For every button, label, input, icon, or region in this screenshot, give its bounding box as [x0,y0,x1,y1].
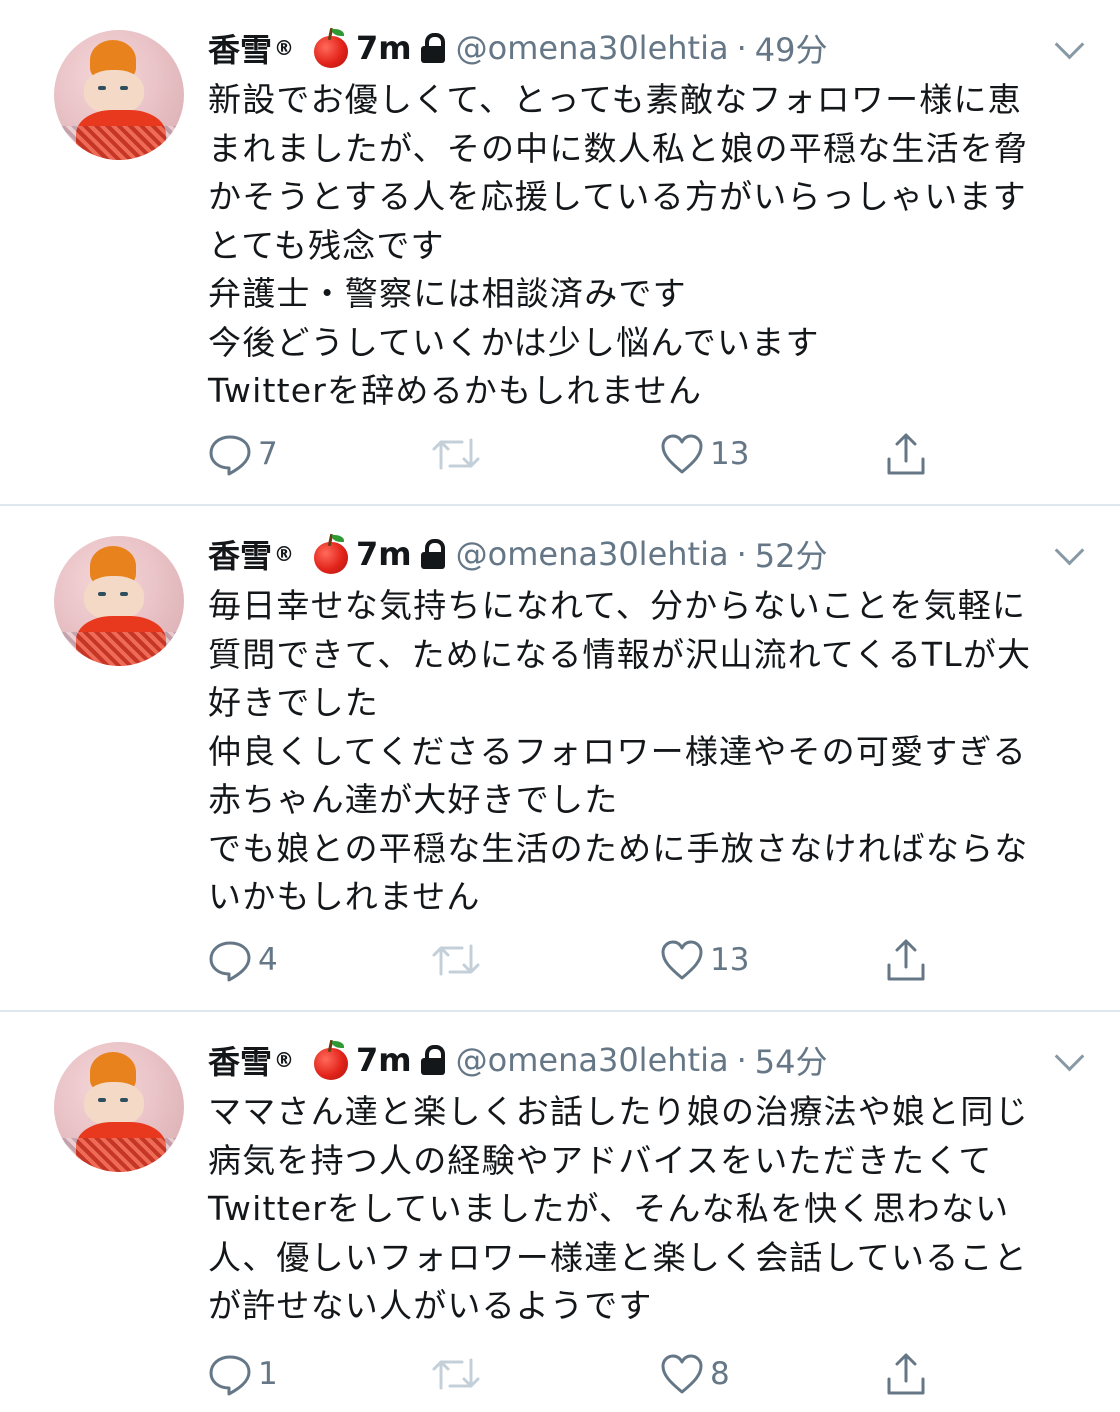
display-name[interactable]: 香雪 [208,531,272,577]
display-name[interactable]: 香雪 [208,25,272,71]
timestamp[interactable]: 49分 [755,25,828,71]
registered-mark: ® [274,1048,295,1072]
name-suffix: 7m [356,535,412,573]
tweet[interactable]: 香雪 ® 7m @omena30lehtia · 52分 毎日幸せな気持ちになれて… [0,506,1120,1012]
tweet-header: 香雪 ® 7m @omena30lehtia · 54分 [208,1032,1088,1088]
reply-count: 4 [258,942,278,978]
registered-mark: ® [274,36,295,60]
share-icon [887,1353,925,1395]
reply-count: 7 [258,436,278,472]
share-icon [887,433,925,475]
tweet[interactable]: 香雪 ® 7m @omena30lehtia · 54分 ママさん達と楽しくお話し… [0,1012,1120,1401]
reply-icon [209,1355,251,1396]
handle[interactable]: @omena30lehtia [456,1041,729,1079]
like-count: 13 [710,942,750,978]
heart-icon [661,940,703,980]
registered-mark: ® [274,542,295,566]
share-icon [887,939,925,981]
heart-icon [661,1354,703,1394]
share-button[interactable] [884,1352,928,1396]
retweet-icon [432,438,480,470]
reply-count: 1 [258,1356,278,1392]
tweet-header: 香雪 ® 7m @omena30lehtia · 49分 [208,20,1088,76]
separator: · [736,535,747,573]
display-name[interactable]: 香雪 [208,1037,272,1083]
tweet-header: 香雪 ® 7m @omena30lehtia · 52分 [208,526,1088,582]
retweet-button[interactable] [430,432,488,476]
reply-button[interactable]: 7 [208,432,278,476]
action-bar: 1 8 [208,1352,1088,1412]
share-button[interactable] [884,432,928,476]
like-button[interactable]: 13 [660,938,749,982]
handle[interactable]: @omena30lehtia [456,29,729,67]
tweet-text: 毎日幸せな気持ちになれて、分からないことを気軽に 質問できて、ためになる情報が沢… [208,586,1032,916]
timestamp[interactable]: 52分 [755,531,828,577]
reply-icon [209,435,251,476]
tweet[interactable]: 香雪 ® 7m @omena30lehtia · 49分 新設でお優しくて、とって… [0,0,1120,506]
lock-icon [420,1045,446,1075]
reply-button[interactable]: 4 [208,938,278,982]
lock-icon [420,539,446,569]
apple-emoji-icon [312,1039,350,1080]
retweet-button[interactable] [430,938,488,982]
apple-emoji-icon [312,27,350,68]
separator: · [736,29,747,67]
separator: · [736,1041,747,1079]
retweet-button[interactable] [430,1352,488,1396]
share-button[interactable] [884,938,928,982]
avatar[interactable] [54,30,184,160]
timestamp[interactable]: 54分 [755,1037,828,1083]
name-suffix: 7m [356,29,412,67]
lock-icon [420,33,446,63]
like-button[interactable]: 8 [660,1352,730,1396]
heart-icon [661,434,703,474]
like-count: 8 [710,1356,730,1392]
action-bar: 4 13 [208,938,1088,998]
like-count: 13 [710,436,750,472]
reply-icon [209,941,251,982]
apple-emoji-icon [312,533,350,574]
handle[interactable]: @omena30lehtia [456,535,729,573]
name-suffix: 7m [356,1041,412,1079]
tweet-text: ママさん達と楽しくお話したり娘の治療法や娘と同じ 病気を持つ人の経験やアドバイス… [208,1092,1029,1325]
retweet-icon [432,944,480,976]
avatar[interactable] [54,536,184,666]
reply-button[interactable]: 1 [208,1352,278,1396]
action-bar: 7 13 [208,432,1088,492]
avatar[interactable] [54,1042,184,1172]
tweet-text: 新設でお優しくて、とっても素敵なフォロワー様に恵 まれましたが、その中に数人私と… [208,80,1029,410]
like-button[interactable]: 13 [660,432,749,476]
retweet-icon [432,1358,480,1390]
